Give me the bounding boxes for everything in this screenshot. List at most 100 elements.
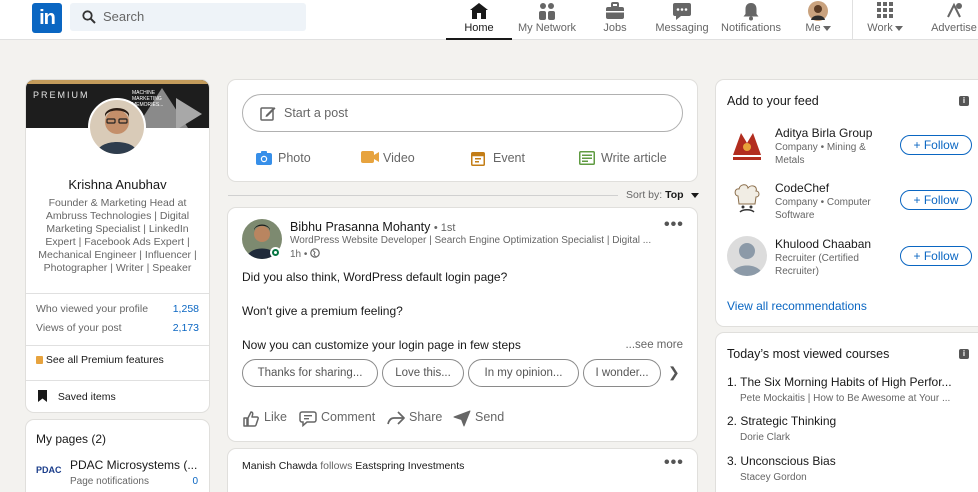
nav-advertise[interactable]: Advertise <box>930 0 978 40</box>
nav-messaging[interactable]: Messaging <box>654 0 710 40</box>
rec-name[interactable]: CodeChef <box>775 181 829 195</box>
codechef-logo <box>727 180 767 220</box>
add-to-feed-title: Add to your feed <box>727 94 819 108</box>
stat-value: 1,258 <box>172 303 199 315</box>
grid-icon <box>877 2 893 18</box>
article-icon <box>579 151 595 165</box>
my-pages-title[interactable]: My pages (2) <box>36 432 106 446</box>
rec-logo[interactable] <box>727 125 767 165</box>
follow-button[interactable]: + Follow <box>900 246 972 266</box>
send-label: Send <box>475 410 505 424</box>
like-icon <box>243 411 259 427</box>
post-author[interactable]: Bibhu Prasanna Mohanty • 1st <box>290 220 455 234</box>
reply-suggestion-chip[interactable]: Love this... <box>382 359 464 387</box>
linkedin-logo[interactable]: in <box>32 3 62 33</box>
photo-button[interactable]: Photo <box>256 151 311 168</box>
reply-suggestion-chip[interactable]: I wonder... <box>583 359 661 387</box>
video-button[interactable]: Video <box>361 151 415 166</box>
profile-avatar[interactable] <box>88 98 146 156</box>
activity-verb: follows <box>320 460 353 472</box>
profile-name[interactable]: Krishna Anubhav <box>26 177 209 192</box>
like-button[interactable]: Like <box>242 410 287 431</box>
activity-actor[interactable]: Manish Chawda <box>242 460 317 472</box>
send-button[interactable]: Send <box>453 410 504 430</box>
courses-card: Today’s most viewed courses i 1. The Six… <box>716 333 978 492</box>
nav-home-label: Home <box>464 22 494 34</box>
compose-icon <box>260 107 276 121</box>
profile-viewers-stat[interactable]: Who viewed your profile 1,258 <box>36 303 199 315</box>
nav-notifications[interactable]: Notifications <box>720 0 782 40</box>
divider <box>26 345 209 346</box>
page-name[interactable]: PDAC Microsystems (... <box>70 458 197 472</box>
follow-button[interactable]: + Follow <box>900 135 972 155</box>
share-icon <box>387 411 405 425</box>
send-icon <box>453 410 471 427</box>
course-title[interactable]: 1. The Six Morning Habits of High Perfor… <box>727 375 967 389</box>
post-author-headline: WordPress Website Developer | Search Eng… <box>290 235 652 246</box>
nav-work[interactable]: Work <box>864 0 906 40</box>
sort-value: Top <box>665 189 684 201</box>
divider <box>26 380 209 381</box>
nav-work-label: Work <box>864 22 906 34</box>
banner-quote: MACHINE MARKETING MEMORIES... <box>132 90 164 108</box>
activity-header: Manish Chawda follows Eastspring Investm… <box>242 460 464 472</box>
rec-logo[interactable] <box>727 180 767 220</box>
nav-notifications-label: Notifications <box>721 22 781 34</box>
briefcase-icon <box>606 2 624 19</box>
chevron-down-icon <box>822 25 831 31</box>
comment-button[interactable]: Comment <box>299 410 375 430</box>
rec-avatar[interactable] <box>727 236 767 276</box>
nav-my-network[interactable]: My Network <box>514 0 580 40</box>
follow-button[interactable]: + Follow <box>900 190 972 210</box>
rec-name[interactable]: Aditya Birla Group <box>775 126 872 140</box>
profile-card: PREMIUM MACHINE MARKETING MEMORIES... Kr… <box>26 80 209 412</box>
course-title[interactable]: 3. Unconscious Bias <box>727 454 967 468</box>
rec-name[interactable]: Khulood Chaaban <box>775 237 871 251</box>
start-post-button[interactable]: Start a post <box>242 94 683 132</box>
nav-advertise-label: Advertise <box>931 22 977 34</box>
post-more-options-icon[interactable]: ••• <box>664 454 684 472</box>
nav-me[interactable]: Me <box>800 0 836 40</box>
write-article-button[interactable]: Write article <box>579 151 667 168</box>
comment-label: Comment <box>321 410 376 424</box>
page-notifications-count[interactable]: 0 <box>192 476 198 487</box>
info-icon[interactable]: i <box>959 349 969 359</box>
event-button[interactable]: Event <box>471 151 525 169</box>
event-label: Event <box>493 151 525 165</box>
online-status-badge <box>270 247 281 258</box>
reply-suggestion-chip[interactable]: In my opinion... <box>468 359 579 387</box>
chevron-right-icon[interactable]: ❯ <box>668 364 680 381</box>
share-button[interactable]: Share <box>387 410 442 429</box>
profile-headline: Founder & Marketing Head at Ambruss Tech… <box>38 197 197 274</box>
info-icon[interactable]: i <box>959 96 969 106</box>
post-views-stat[interactable]: Views of your post 2,173 <box>36 322 199 334</box>
advertise-icon <box>947 2 962 18</box>
activity-target[interactable]: Eastspring Investments <box>355 460 464 472</box>
home-icon <box>470 3 488 19</box>
reply-suggestion-chip[interactable]: Thanks for sharing... <box>242 359 378 387</box>
nav-home[interactable]: Home <box>446 0 512 40</box>
page-logo: PDAC <box>36 465 62 475</box>
course-author: Stacey Gordon <box>740 472 807 483</box>
search-bar[interactable]: Search <box>70 3 306 31</box>
post-text-line: Won't give a premium feeling? <box>242 304 403 318</box>
sort-dropdown[interactable]: Sort by: Top <box>626 189 699 201</box>
divider <box>26 293 209 294</box>
see-more-link[interactable]: ...see more <box>625 339 683 351</box>
comment-icon <box>299 411 317 428</box>
banner-decoration <box>176 98 202 128</box>
premium-features-link[interactable]: See all Premium features <box>36 354 164 366</box>
photo-label: Photo <box>278 151 311 165</box>
stat-value: 2,173 <box>172 322 199 334</box>
saved-items-link[interactable]: Saved items <box>38 390 116 403</box>
search-input[interactable]: Search <box>103 9 144 24</box>
view-all-recommendations-link[interactable]: View all recommendations <box>727 299 867 313</box>
post-more-options-icon[interactable]: ••• <box>664 216 684 234</box>
post-text-line: Did you also think, WordPress default lo… <box>242 270 508 284</box>
course-author: Pete Mockaitis | How to Be Awesome at Yo… <box>740 393 951 404</box>
nav-jobs[interactable]: Jobs <box>592 0 638 40</box>
network-icon <box>539 3 555 20</box>
course-title[interactable]: 2. Strategic Thinking <box>727 414 967 428</box>
aditya-birla-logo <box>727 125 767 165</box>
add-to-feed-card: Add to your feed i Aditya Birla Group Co… <box>716 80 978 326</box>
